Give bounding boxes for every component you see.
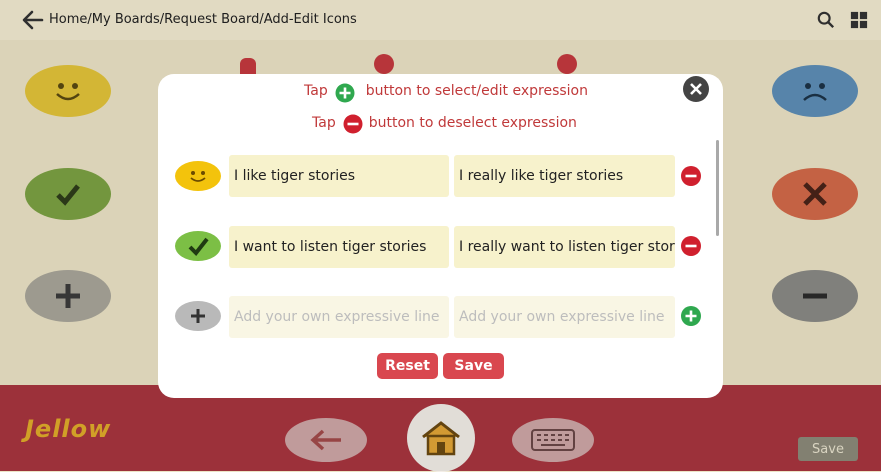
remove-icon <box>685 174 697 178</box>
remove-icon <box>343 114 363 134</box>
close-button[interactable] <box>683 76 709 102</box>
save-button[interactable]: Save <box>443 353 504 379</box>
select-button[interactable] <box>681 306 701 326</box>
row-icon <box>175 301 221 331</box>
short-expression-field[interactable]: Add your own expressive line <box>229 296 449 338</box>
smiley-icon <box>190 171 206 182</box>
reset-button[interactable]: Reset <box>377 353 438 379</box>
short-expression-field[interactable]: I like tiger stories <box>229 155 449 197</box>
row-icon <box>175 161 221 191</box>
deselect-button[interactable] <box>681 166 701 186</box>
close-icon <box>690 83 702 95</box>
remove-icon <box>685 244 697 248</box>
long-expression-field[interactable]: I really like tiger stories <box>454 155 675 197</box>
row-icon <box>175 231 221 261</box>
check-icon <box>188 237 209 257</box>
plus-icon <box>191 309 205 323</box>
add-icon <box>335 83 355 103</box>
add-icon <box>685 310 697 322</box>
hint-remove-prefix: Tap <box>312 115 336 131</box>
long-expression-field[interactable]: I really want to listen tiger storie <box>454 226 675 268</box>
deselect-button[interactable] <box>681 236 701 256</box>
hint-add-suffix: button to select/edit expression <box>365 83 588 99</box>
scrollbar[interactable] <box>716 140 719 236</box>
short-expression-field[interactable]: I want to listen tiger stories <box>229 226 449 268</box>
hint-add-prefix: Tap <box>304 83 328 99</box>
long-expression-field[interactable]: Add your own expressive line <box>454 296 675 338</box>
hint-remove-suffix: button to deselect expression <box>368 115 577 131</box>
